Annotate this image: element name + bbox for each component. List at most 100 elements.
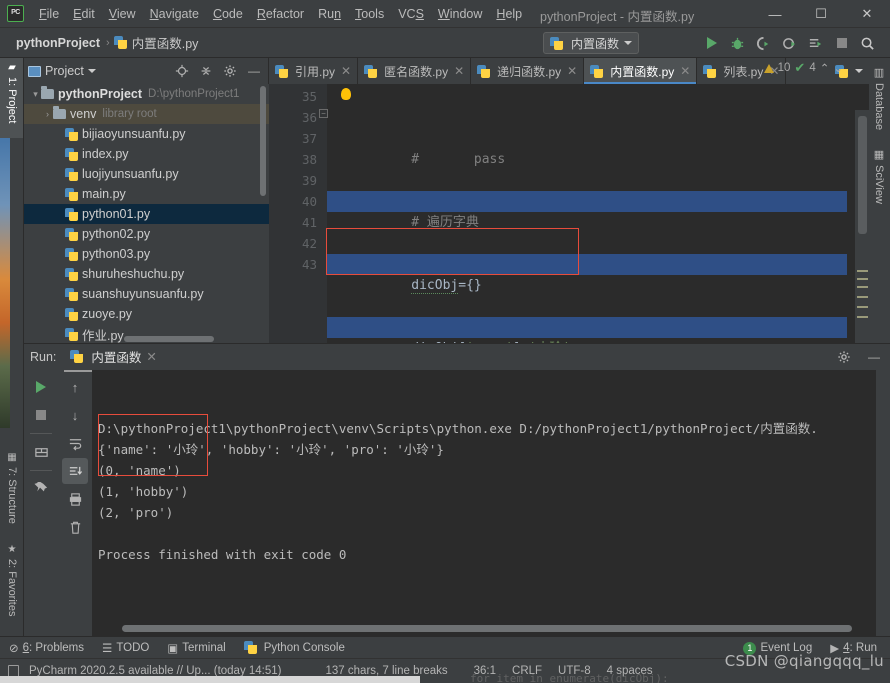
tree-node[interactable]: zuoye.py [24,304,269,324]
tree-node[interactable]: bijiaoyunsuanfu.py [24,124,269,144]
chevron-down-icon[interactable] [88,69,96,73]
layout-icon[interactable] [28,439,54,465]
run-configuration-selector[interactable]: 内置函数 [543,32,639,54]
prev-problem-icon[interactable]: ⌃ [820,61,830,75]
bottom-item-terminal[interactable]: ▣ Terminal [158,637,234,659]
tree-node[interactable]: luojiyunsuanfu.py [24,164,269,184]
tree-node[interactable]: ›venvlibrary root [24,104,269,124]
tree-twisty-icon[interactable]: ▾ [30,89,41,100]
menu-run[interactable]: Run [311,4,348,24]
print-icon[interactable] [62,486,88,512]
trash-icon[interactable] [62,514,88,540]
check-icon: ✔ [794,60,805,76]
close-icon[interactable]: ✕ [454,64,464,78]
minimize-button[interactable]: — [752,0,798,28]
editor-error-stripe[interactable] [857,306,868,308]
close-icon[interactable]: ✕ [146,349,156,364]
menu-help[interactable]: Help [489,4,529,24]
project-tree[interactable]: ▾pythonProjectD:\pythonProject1›venvlibr… [24,84,269,343]
tree-node[interactable]: python01.py [24,204,269,224]
editor-vertical-scrollbar[interactable] [855,110,869,343]
bottom-item-event-log[interactable]: 1 Event Log [734,637,821,659]
next-problem-icon[interactable]: ⌄ [833,61,843,75]
soft-wrap-icon[interactable] [62,430,88,456]
rerun-icon[interactable] [28,374,54,400]
minimize-panel-icon[interactable]: — [864,347,884,367]
pin-icon[interactable] [28,476,54,502]
sidebar-item-database[interactable]: ▥ Database [868,62,890,136]
editor-error-stripe[interactable] [857,270,868,272]
menu-code[interactable]: Code [206,4,250,24]
locate-icon[interactable] [172,61,192,81]
run-tab-active[interactable]: 内置函数 ✕ [64,345,163,370]
tree-node[interactable]: python03.py [24,244,269,264]
breadcrumb-project[interactable]: pythonProject [14,36,102,50]
menu-edit[interactable]: Edit [66,4,102,24]
sidebar-item-sciview[interactable]: ▦ SciView [868,144,890,214]
console-horizontal-scrollbar[interactable] [122,625,852,632]
tree-node[interactable]: ▾pythonProjectD:\pythonProject1 [24,84,269,104]
editor-error-stripe[interactable] [857,278,868,280]
tree-node[interactable]: shuruheshuchu.py [24,264,269,284]
intention-bulb-icon[interactable] [341,88,351,100]
code-content[interactable]: # pass # 遍历字典 dicObj={} dicObj['name']='… [327,86,847,343]
close-icon[interactable]: ✕ [567,64,577,78]
search-icon[interactable] [855,31,880,56]
close-button[interactable]: ✕ [844,0,890,28]
bottom-item-problems[interactable]: ⊘ 6: Problems [0,637,93,659]
gear-icon[interactable] [220,61,240,81]
gear-icon[interactable] [834,347,854,367]
sidebar-item-structure[interactable]: ▦ 7: Structure [0,448,24,540]
bottom-item-todo[interactable]: ☰ TODO [93,637,158,659]
editor-tab[interactable]: 引用.py✕ [269,58,358,84]
close-icon[interactable]: ✕ [680,64,690,78]
scroll-to-end-icon[interactable] [62,458,88,484]
close-icon[interactable]: ✕ [341,64,351,78]
tree-twisty-icon[interactable]: › [42,109,53,119]
run-with-console-icon[interactable] [803,31,828,56]
bottom-item-run[interactable]: ▶ 4: Run [821,637,886,659]
debug-icon[interactable] [725,31,750,56]
tree-node[interactable]: main.py [24,184,269,204]
tree-node[interactable]: index.py [24,144,269,164]
project-tree-horizontal-scrollbar[interactable] [124,336,214,342]
stop-icon[interactable] [28,402,54,428]
editor-scroll-thumb[interactable] [858,116,867,234]
code-editor[interactable]: 353637383940414243 − # pass # 遍历字典 dicOb… [269,84,869,343]
editor-tab[interactable]: 递归函数.py✕ [471,58,584,84]
project-tree-vertical-scrollbar[interactable] [260,86,266,196]
menu-view[interactable]: View [102,4,143,24]
menu-tools[interactable]: Tools [348,4,391,24]
minimize-panel-icon[interactable]: — [244,61,264,81]
inspection-widget[interactable]: 10 ✔ 4 ⌃ ⌄ [764,58,847,78]
console-output[interactable]: D:\pythonProject1\pythonProject\venv\Scr… [92,370,876,639]
sidebar-item-favorites[interactable]: ★ 2: Favorites [0,540,24,636]
chevron-down-icon[interactable] [855,69,863,73]
sidebar-item-database-label: Database [873,83,885,130]
bottom-item-python-console[interactable]: Python Console [235,637,354,659]
editor-tab[interactable]: 匿名函数.py✕ [358,58,471,84]
menu-window[interactable]: Window [431,4,489,24]
console-vertical-scrollbar[interactable] [876,370,890,639]
collapse-all-icon[interactable] [196,61,216,81]
menu-file[interactable]: File [32,4,66,24]
run-coverage-icon[interactable] [751,31,776,56]
up-icon[interactable]: ↑ [62,374,88,400]
menu-refactor[interactable]: Refactor [250,4,311,24]
down-icon[interactable]: ↓ [62,402,88,428]
sidebar-item-project[interactable]: ▰ 1: Project [0,58,24,138]
editor-error-stripe[interactable] [857,316,868,318]
stop-icon[interactable] [829,31,854,56]
tree-node[interactable]: python02.py [24,224,269,244]
editor-error-stripe[interactable] [857,286,868,288]
menu-vcs[interactable]: VCS [391,4,431,24]
menu-navigate[interactable]: Navigate [143,4,206,24]
run-panel-toolbars: ↑ ↓ [24,370,92,639]
maximize-button[interactable]: ☐ [798,0,844,28]
profile-icon[interactable] [777,31,802,56]
breadcrumb-file[interactable]: 内置函数.py [130,33,201,52]
tree-node[interactable]: suanshuyunsuanfu.py [24,284,269,304]
editor-tab[interactable]: 内置函数.py✕ [584,58,697,84]
editor-error-stripe[interactable] [857,296,868,298]
run-icon[interactable] [699,31,724,56]
